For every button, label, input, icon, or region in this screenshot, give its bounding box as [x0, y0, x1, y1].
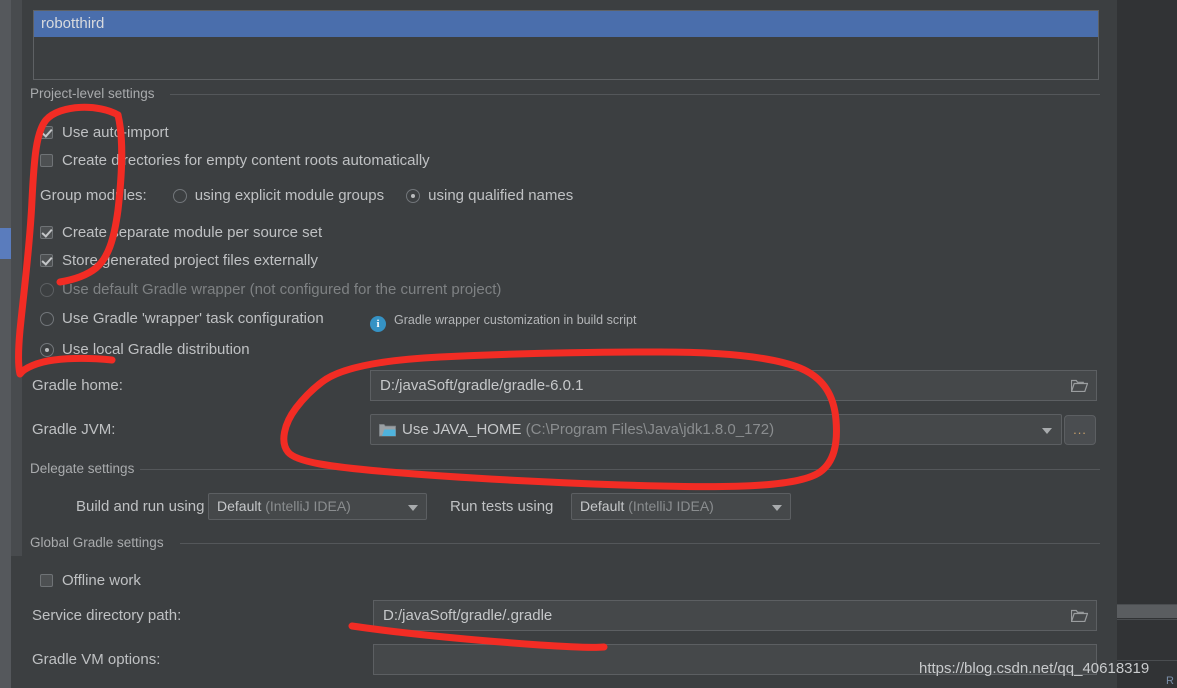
- project-list[interactable]: robotthird: [33, 10, 1099, 80]
- radio-using-qualified-names[interactable]: using qualified names: [406, 187, 574, 204]
- group-label: Global Gradle settings: [30, 535, 172, 550]
- run-tests-combo[interactable]: Default (IntelliJ IDEA): [571, 493, 791, 520]
- info-icon: i: [370, 316, 386, 332]
- list-item-project[interactable]: robotthird: [34, 11, 1098, 37]
- checkbox-store-generated-externally[interactable]: Store generated project files externally: [40, 252, 318, 269]
- group-rule: [180, 543, 1100, 544]
- gradle-jvm-value-path: (C:\Program Files\Java\jdk1.8.0_172): [525, 421, 775, 438]
- build-and-run-value: Default (IntelliJ IDEA): [217, 494, 351, 519]
- right-panel-highlight-band: [1117, 605, 1177, 618]
- group-global-gradle-settings: Global Gradle settings: [30, 535, 1100, 551]
- radio-label: Use local Gradle distribution: [62, 341, 250, 358]
- checkbox-box[interactable]: [40, 226, 53, 239]
- run-tests-value: Default (IntelliJ IDEA): [580, 494, 714, 519]
- chevron-down-icon[interactable]: [1042, 428, 1052, 434]
- radio-use-default-gradle-wrapper[interactable]: Use default Gradle wrapper (not configur…: [40, 281, 501, 298]
- left-scrollbar-track[interactable]: [0, 0, 11, 688]
- checkbox-box[interactable]: [40, 154, 53, 167]
- value-muted: (IntelliJ IDEA): [265, 498, 351, 514]
- folder-icon[interactable]: [1071, 609, 1088, 622]
- left-scrollbar-thumb[interactable]: [0, 228, 11, 259]
- run-tests-label: Run tests using: [450, 498, 554, 515]
- checkbox-label: Create separate module per source set: [62, 224, 323, 241]
- build-and-run-combo[interactable]: Default (IntelliJ IDEA): [208, 493, 427, 520]
- gradle-wrapper-hint: i Gradle wrapper customization in build s…: [370, 312, 636, 332]
- radio-using-explicit-module-groups[interactable]: using explicit module groups: [172, 187, 388, 204]
- watermark-url: https://blog.csdn.net/qq_40618319: [919, 660, 1150, 677]
- checkbox-box[interactable]: [40, 254, 53, 267]
- radio-circle[interactable]: [40, 312, 54, 326]
- service-directory-path-field[interactable]: D:/javaSoft/gradle/.gradle: [373, 600, 1097, 631]
- radio-circle[interactable]: [40, 283, 54, 297]
- checkbox-label: Use auto-import: [62, 124, 169, 141]
- gradle-jvm-value-main: Use JAVA_HOME: [402, 421, 522, 438]
- folder-icon[interactable]: [1071, 379, 1088, 392]
- gradle-jvm-combo[interactable]: Use JAVA_HOME (C:\Program Files\Java\jdk…: [370, 414, 1062, 445]
- left-gutter-lower: [11, 556, 22, 688]
- group-label: Project-level settings: [30, 86, 163, 101]
- checkbox-offline-work[interactable]: Offline work: [40, 572, 141, 589]
- radio-label: Use default Gradle wrapper (not configur…: [62, 281, 502, 298]
- radio-label: using explicit module groups: [194, 187, 385, 204]
- gradle-home-field[interactable]: D:/javaSoft/gradle/gradle-6.0.1: [370, 370, 1097, 401]
- right-panel-divider: [1117, 619, 1177, 620]
- build-and-run-label: Build and run using: [76, 498, 205, 515]
- radio-use-local-gradle-distribution[interactable]: Use local Gradle distribution: [40, 341, 250, 358]
- radio-label: using qualified names: [428, 187, 574, 204]
- radio-circle[interactable]: [406, 189, 421, 203]
- group-label: Delegate settings: [30, 461, 143, 476]
- group-rule: [140, 469, 1100, 470]
- checkbox-label: Create directories for empty content roo…: [62, 152, 430, 169]
- right-panel-letter: R: [1166, 675, 1174, 687]
- checkbox-label: Offline work: [62, 572, 141, 589]
- group-modules-label: Group modules:: [40, 187, 147, 204]
- gradle-wrapper-hint-text: Gradle wrapper customization in build sc…: [394, 313, 637, 327]
- radio-label: Use Gradle 'wrapper' task configuration: [62, 310, 324, 327]
- gradle-home-value: D:/javaSoft/gradle/gradle-6.0.1: [380, 377, 584, 394]
- checkbox-create-empty-dirs[interactable]: Create directories for empty content roo…: [40, 152, 430, 169]
- checkbox-box[interactable]: [40, 126, 53, 139]
- gradle-vm-options-label: Gradle VM options:: [32, 651, 161, 668]
- checkbox-box[interactable]: [40, 574, 53, 587]
- radio-use-gradle-wrapper-task[interactable]: Use Gradle 'wrapper' task configuration: [40, 310, 324, 327]
- ellipsis-label: ...: [1073, 422, 1087, 437]
- checkbox-create-separate-module[interactable]: Create separate module per source set: [40, 224, 322, 241]
- radio-circle[interactable]: [172, 189, 187, 203]
- group-project-level-settings: Project-level settings: [30, 86, 1100, 102]
- gradle-jvm-more-button[interactable]: ...: [1064, 415, 1096, 445]
- gradle-settings-window: robotthird Project-level settings Use au…: [0, 0, 1177, 688]
- chevron-down-icon[interactable]: [772, 505, 782, 511]
- group-delegate-settings: Delegate settings: [30, 461, 1100, 477]
- value-main: Default: [580, 498, 625, 514]
- service-directory-path-label: Service directory path:: [32, 607, 182, 624]
- gradle-jvm-value: Use JAVA_HOME (C:\Program Files\Java\jdk…: [402, 415, 774, 444]
- group-rule: [170, 94, 1100, 95]
- gradle-home-label: Gradle home:: [32, 377, 123, 394]
- java-folder-icon: [379, 423, 396, 437]
- settings-panel: robotthird Project-level settings Use au…: [22, 0, 1117, 688]
- service-directory-path-value: D:/javaSoft/gradle/.gradle: [383, 607, 553, 624]
- group-modules-row: Group modules: using explicit module gro…: [40, 187, 573, 204]
- checkbox-use-auto-import[interactable]: Use auto-import: [40, 124, 169, 141]
- gradle-jvm-label: Gradle JVM:: [32, 421, 116, 438]
- value-main: Default: [217, 498, 262, 514]
- chevron-down-icon[interactable]: [408, 505, 418, 511]
- right-editor-panel: [1117, 0, 1177, 688]
- value-muted: (IntelliJ IDEA): [628, 498, 714, 514]
- checkbox-label: Store generated project files externally: [62, 252, 318, 269]
- radio-circle[interactable]: [40, 343, 54, 357]
